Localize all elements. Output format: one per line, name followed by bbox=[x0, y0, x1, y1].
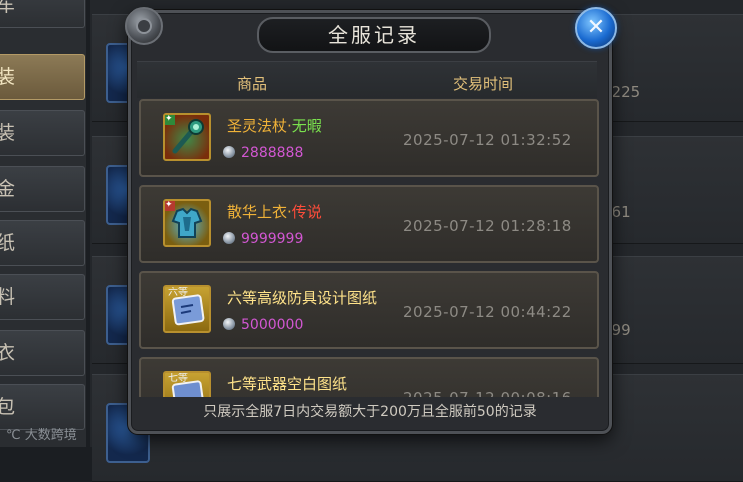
blueprint-icon: 六等 bbox=[163, 285, 211, 333]
category-tab[interactable]: 金 bbox=[0, 166, 85, 212]
column-header-time: 交易时间 bbox=[453, 75, 514, 93]
staff-icon: ✦ bbox=[163, 113, 211, 161]
record-row[interactable]: 六等 六等高级防具设计图纸 5000000 2025-07-12 00:44:2… bbox=[139, 271, 599, 349]
record-list[interactable]: ✦ 圣灵法杖·无暇 2888888 2025-07-12 01:32:52 ✦ … bbox=[139, 99, 601, 397]
item-tag: ✦ bbox=[165, 114, 175, 125]
watermark: ℃ 大数跨境 bbox=[6, 428, 77, 443]
ornament-icon bbox=[125, 7, 163, 45]
category-tab-active[interactable]: 装 bbox=[0, 54, 85, 100]
item-name: 六等高级防具设计图纸 bbox=[227, 289, 378, 307]
column-header-bar bbox=[137, 61, 597, 98]
grade-tag: 七等 bbox=[168, 373, 188, 384]
item-price: 2888888 bbox=[223, 145, 303, 161]
column-header-goods: 商品 bbox=[237, 75, 268, 93]
trade-time: 2025-07-12 00:08:16 bbox=[403, 389, 572, 397]
grade-tag: 六等 bbox=[168, 287, 188, 298]
close-icon: ✕ bbox=[586, 15, 606, 40]
dialog-title: 全服记录 bbox=[257, 17, 491, 53]
category-tab[interactable]: 料 bbox=[0, 274, 85, 320]
trade-time: 2025-07-12 01:28:18 bbox=[403, 217, 572, 235]
records-footer-note: 只展示全服7日内交易额大于200万且全服前50的记录 bbox=[203, 404, 537, 420]
record-row[interactable]: ✦ 散华上衣·传说 9999999 2025-07-12 01:28:18 bbox=[139, 185, 599, 263]
item-name: 圣灵法杖·无暇 bbox=[227, 117, 322, 135]
trade-time: 2025-07-12 01:32:52 bbox=[403, 131, 572, 149]
close-button[interactable]: ✕ bbox=[575, 7, 617, 49]
coin-icon bbox=[223, 318, 235, 330]
record-row[interactable]: ✦ 圣灵法杖·无暇 2888888 2025-07-12 01:32:52 bbox=[139, 99, 599, 177]
category-tab[interactable]: 车 bbox=[0, 0, 85, 28]
blueprint-icon: 七等 bbox=[163, 371, 211, 397]
armor-icon: ✦ bbox=[163, 199, 211, 247]
coin-icon bbox=[223, 146, 235, 158]
item-name: 七等武器空白图纸 bbox=[227, 375, 348, 393]
record-row[interactable]: 七等 七等武器空白图纸 2025-07-12 00:08:16 bbox=[139, 357, 599, 397]
item-price: 9999999 bbox=[223, 231, 303, 247]
item-tag: ✦ bbox=[165, 200, 175, 211]
server-records-dialog: 全服记录 ✕ 商品 交易时间 ✦ 圣灵法杖·无暇 2888888 2025-07… bbox=[125, 7, 617, 434]
item-price: 5000000 bbox=[223, 317, 303, 333]
watermark-logo-icon: ℃ bbox=[6, 428, 25, 443]
category-tab[interactable]: 装 bbox=[0, 110, 85, 156]
coin-icon bbox=[223, 232, 235, 244]
category-tab[interactable]: 衣 bbox=[0, 330, 85, 376]
category-tab[interactable]: 纸 bbox=[0, 220, 85, 266]
trade-time: 2025-07-12 00:44:22 bbox=[403, 303, 572, 321]
item-name: 散华上衣·传说 bbox=[227, 203, 322, 221]
